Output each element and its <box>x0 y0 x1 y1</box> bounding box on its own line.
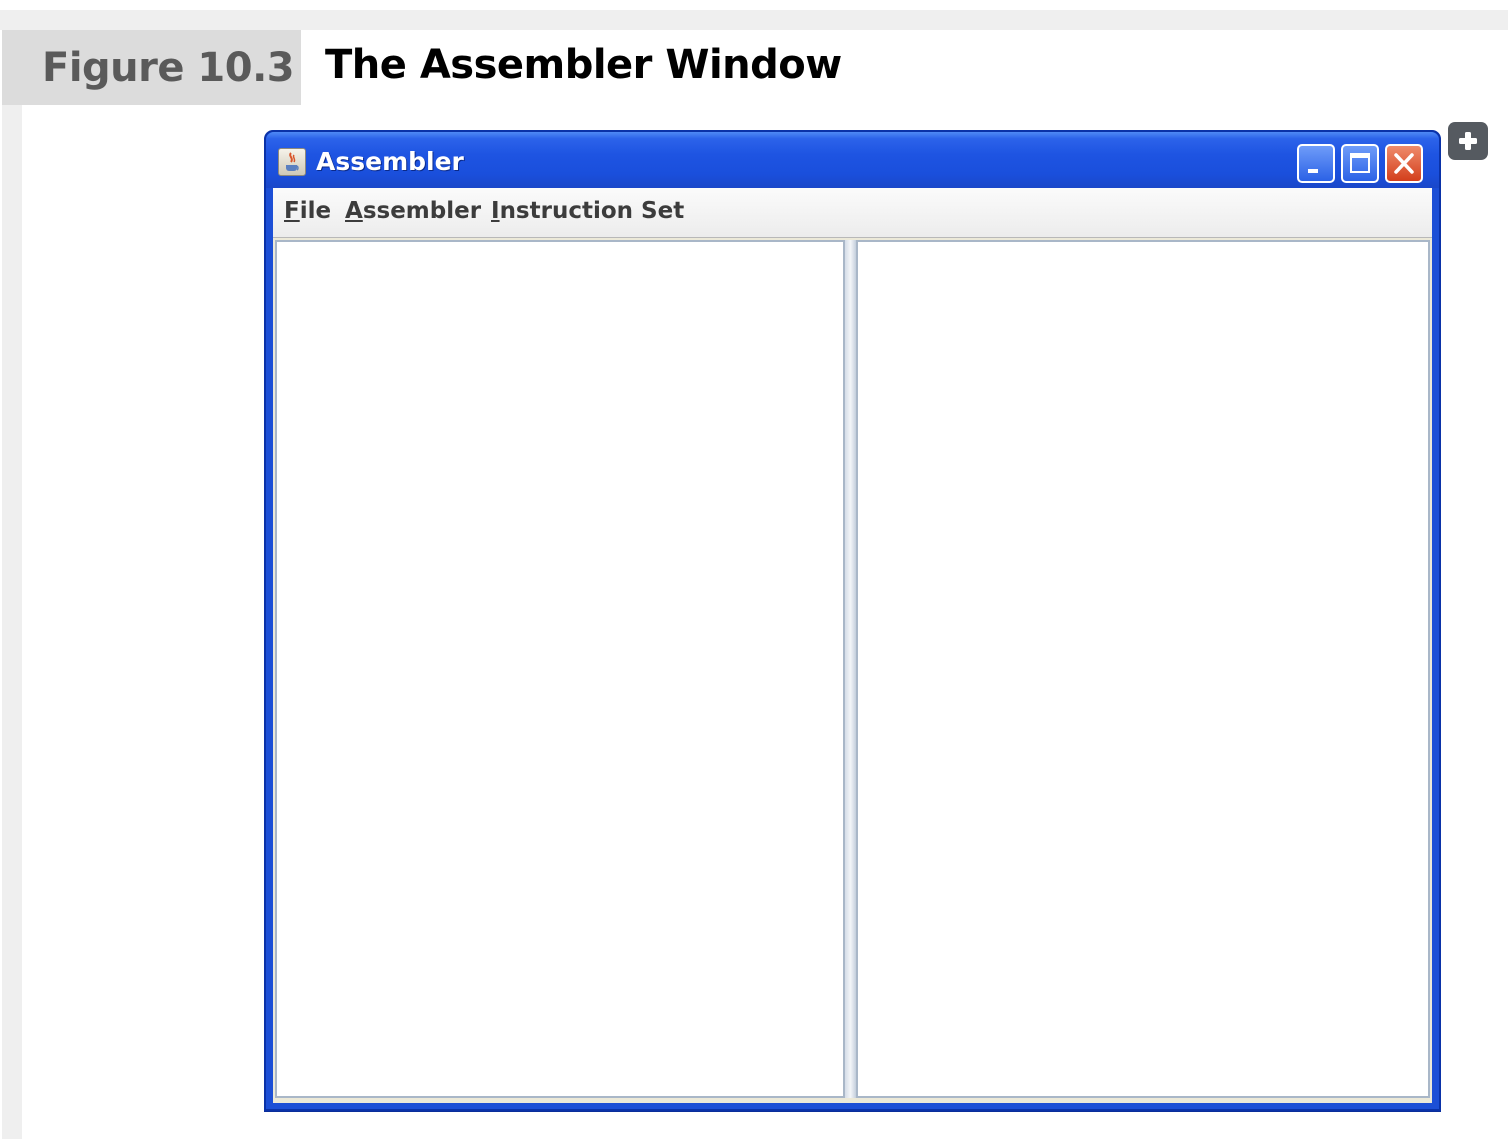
maximize-icon <box>1350 153 1370 173</box>
maximize-button[interactable] <box>1341 144 1379 183</box>
minimize-icon <box>1308 169 1318 173</box>
assembler-window: Assembler File Assembler Instruction Set <box>264 130 1441 1111</box>
menu-bar: File Assembler Instruction Set <box>273 188 1432 238</box>
split-pane-divider[interactable] <box>845 240 856 1098</box>
figure-label-box: Figure 10.3 <box>2 30 301 105</box>
close-icon <box>1394 153 1414 174</box>
expand-button[interactable] <box>1448 122 1488 160</box>
page-left-rule <box>2 30 22 1139</box>
window-title: Assembler <box>316 147 464 176</box>
page-top-strip <box>0 10 1508 30</box>
figure-label: Figure 10.3 <box>42 44 295 91</box>
plus-icon <box>1459 132 1477 150</box>
output-pane[interactable] <box>856 240 1430 1098</box>
window-client-area: File Assembler Instruction Set <box>273 188 1432 1103</box>
menu-assembler[interactable]: Assembler <box>345 198 481 224</box>
window-titlebar[interactable]: Assembler <box>266 132 1439 188</box>
source-editor-pane[interactable] <box>275 240 845 1098</box>
java-cup-icon <box>278 148 306 176</box>
minimize-button[interactable] <box>1297 144 1335 183</box>
close-button[interactable] <box>1385 144 1423 183</box>
figure-title: The Assembler Window <box>325 42 842 88</box>
menu-file[interactable]: File <box>284 198 331 224</box>
menu-instruction-set[interactable]: Instruction Set <box>491 198 684 224</box>
